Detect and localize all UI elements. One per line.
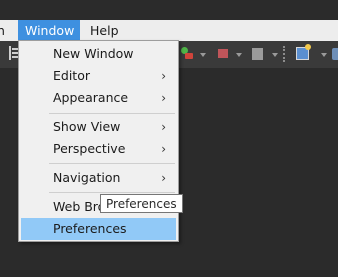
menu-separator <box>49 163 175 164</box>
submenu-arrow-icon: › <box>161 142 166 156</box>
menu-item-label: Web Bro <box>53 199 106 214</box>
new-wizard-icon[interactable] <box>296 44 311 60</box>
menu-item-navigation[interactable]: Navigation › <box>21 167 176 189</box>
toolbar-overflow-icon[interactable] <box>332 48 338 60</box>
preferences-tooltip: Preferences <box>100 194 183 213</box>
menu-item-label: Preferences <box>53 221 127 236</box>
chevron-down-icon[interactable] <box>236 53 242 57</box>
menu-item-editor[interactable]: Editor › <box>21 65 176 87</box>
menu-item-new-window[interactable]: New Window <box>21 43 176 65</box>
chevron-down-icon[interactable] <box>200 53 206 57</box>
submenu-arrow-icon: › <box>161 69 166 83</box>
menu-window[interactable]: Window <box>18 20 80 41</box>
submenu-arrow-icon: › <box>161 91 166 105</box>
menu-item-show-view[interactable]: Show View › <box>21 116 176 138</box>
menu-item-preferences[interactable]: Preferences <box>21 218 176 240</box>
menu-item-label: Perspective <box>53 141 126 156</box>
debug-icon[interactable] <box>185 53 193 59</box>
menu-item-label: Navigation <box>53 170 121 185</box>
menu-separator <box>49 192 175 193</box>
menu-item-label: Appearance <box>53 90 129 105</box>
menu-item-label: Editor <box>53 68 90 83</box>
submenu-arrow-icon: › <box>161 171 166 185</box>
toolbar-separator <box>283 46 287 62</box>
menu-item-label: Show View <box>53 119 121 134</box>
external-tools-icon[interactable] <box>252 48 263 60</box>
menu-item-perspective[interactable]: Perspective › <box>21 138 176 160</box>
menu-bar: n Window Help <box>0 20 338 41</box>
menu-previous-item[interactable]: n <box>0 20 5 41</box>
menu-item-label: New Window <box>53 46 134 61</box>
menu-help[interactable]: Help <box>90 20 119 41</box>
chevron-down-icon[interactable] <box>272 53 278 57</box>
menu-item-appearance[interactable]: Appearance › <box>21 87 176 109</box>
chevron-down-icon[interactable] <box>321 53 327 57</box>
menu-separator <box>49 113 175 114</box>
submenu-arrow-icon: › <box>161 120 166 134</box>
stop-icon[interactable] <box>218 49 228 58</box>
